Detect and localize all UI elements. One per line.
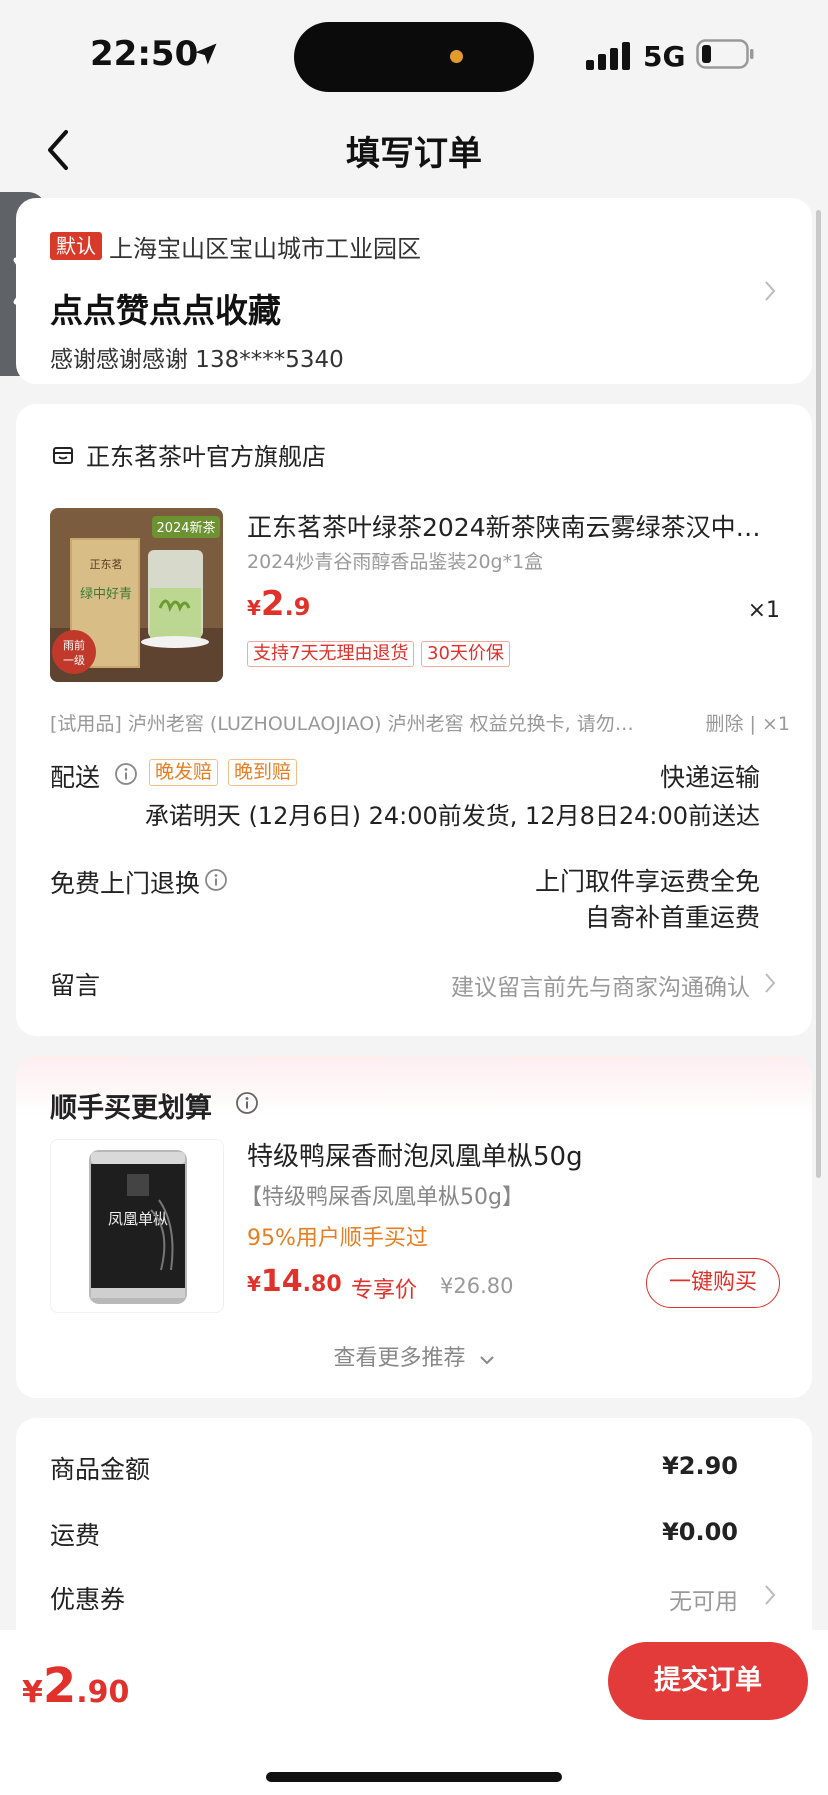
coupon-label: 优惠券	[50, 1585, 126, 1614]
product-spec: 2024炒青谷雨醇香品鉴装20g*1盒	[247, 551, 544, 573]
submit-order-button[interactable]: 提交订单	[608, 1642, 808, 1720]
privacy-dot	[450, 50, 463, 63]
exclusive-price-label: 专享价	[351, 1278, 418, 1303]
trial-item-text: [试用品] 泸州老窖 (LUZHOULAOJIAO) 泸州老窖 权益兑换卡, 请…	[50, 713, 634, 735]
page-title: 填写订单	[346, 134, 482, 174]
dynamic-island	[294, 22, 534, 92]
product-price: ¥2.9	[247, 584, 311, 624]
battery-icon	[696, 39, 754, 69]
free-return-line1: 上门取件享运费全免	[534, 867, 760, 896]
svg-text:2024新茶: 2024新茶	[156, 520, 215, 536]
receiver-contact: 感谢感谢感谢 138****5340	[50, 347, 344, 373]
address-location: 上海宝山区宝山城市工业园区	[109, 235, 421, 263]
summary-card: 商品金额 ¥2.90 运费 ¥0.00 优惠券 无可用	[16, 1418, 812, 1648]
remark-input[interactable]: 建议留言前先与商家沟通确认	[451, 968, 750, 1002]
late-ship-tag: 晚发赔	[149, 759, 219, 786]
info-icon[interactable]	[235, 1091, 259, 1115]
info-icon[interactable]	[204, 868, 228, 892]
recommend-product-spec: 【特级鸭屎香凤凰单枞50g】	[240, 1185, 524, 1210]
location-arrow-icon	[195, 43, 217, 65]
receiver-name: 点点赞点点收藏	[50, 291, 281, 330]
coupon-value[interactable]: 无可用	[669, 1582, 738, 1616]
store-icon	[53, 447, 73, 464]
default-badge: 默认	[50, 232, 102, 260]
store-card: 正东茗茶叶官方旗舰店 正东茗 绿中好青 2024新茶 雨前 一级 正东茗茶叶绿茶…	[16, 404, 812, 1036]
chevron-down-icon	[479, 1356, 494, 1365]
one-click-buy-button[interactable]: 一键购买	[646, 1258, 780, 1308]
recommend-product-name[interactable]: 特级鸭屎香耐泡凤凰单枞50g	[247, 1136, 583, 1173]
product-quantity: ×1	[747, 598, 780, 623]
nav-bar: 填写订单	[0, 110, 828, 190]
price-protect-tag: 30天价保	[421, 641, 510, 667]
status-bar: 22:50 5G	[0, 0, 828, 110]
original-price: ¥26.80	[440, 1274, 514, 1298]
info-icon[interactable]	[114, 762, 138, 786]
chevron-right-icon	[765, 973, 776, 993]
home-indicator[interactable]	[266, 1772, 562, 1782]
goods-amount-value: ¥2.90	[662, 1452, 738, 1480]
bottom-bar: ¥2.90 提交订单	[0, 1630, 828, 1795]
shipping-value: ¥0.00	[662, 1518, 738, 1546]
chevron-right-icon	[765, 281, 776, 301]
svg-text:绿中好青: 绿中好青	[80, 587, 132, 602]
svg-text:正东茗: 正东茗	[90, 558, 123, 571]
late-arrival-tag: 晚到赔	[228, 759, 298, 786]
delivery-label: 配送	[50, 763, 101, 792]
return-policy-tag: 支持7天无理由退货	[247, 641, 415, 667]
signal-icon	[586, 42, 630, 70]
recommend-card: 顺手买更划算 凤凰单枞 特级鸭屎香耐泡凤凰单枞50g 【特级鸭屎香凤凰单枞50g…	[16, 1056, 812, 1398]
recommend-social-proof: 95%用户顺手买过	[247, 1226, 428, 1251]
product-title[interactable]: 正东茗茶叶绿茶2024新茶陕南云雾绿茶汉中…	[247, 508, 783, 544]
goods-amount-label: 商品金额	[50, 1455, 151, 1484]
free-return-label: 免费上门退换	[50, 869, 201, 898]
status-time: 22:50	[90, 34, 199, 74]
total-price: ¥2.90	[22, 1658, 130, 1714]
scrollbar[interactable]	[816, 210, 821, 1178]
more-recommend-link[interactable]: 查看更多推荐	[16, 1340, 812, 1372]
recommend-price: ¥14.80	[247, 1264, 342, 1299]
shipping-label: 运费	[50, 1521, 101, 1550]
chevron-right-icon	[765, 1585, 776, 1605]
network-label: 5G	[643, 40, 686, 73]
trial-item-delete[interactable]: 删除 | ×1	[706, 709, 791, 736]
product-image[interactable]: 正东茗 绿中好青 2024新茶 雨前 一级	[50, 508, 223, 682]
store-name[interactable]: 正东茗茶叶官方旗舰店	[86, 437, 326, 472]
remark-label: 留言	[50, 971, 101, 1000]
free-return-line2: 自寄补首重运费	[584, 903, 760, 932]
svg-text:一级: 一级	[63, 654, 85, 667]
recommend-title: 顺手买更划算	[50, 1093, 212, 1124]
svg-text:雨前: 雨前	[63, 638, 85, 652]
address-card[interactable]: 默认 上海宝山区宝山城市工业园区 点点赞点点收藏 感谢感谢感谢 138****5…	[16, 198, 812, 384]
delivery-method: 快递运输	[659, 763, 760, 792]
recommend-product-image[interactable]: 凤凰单枞	[50, 1139, 224, 1313]
delivery-promise: 承诺明天 (12月6日) 24:00前发货, 12月8日24:00前送达	[144, 802, 760, 830]
